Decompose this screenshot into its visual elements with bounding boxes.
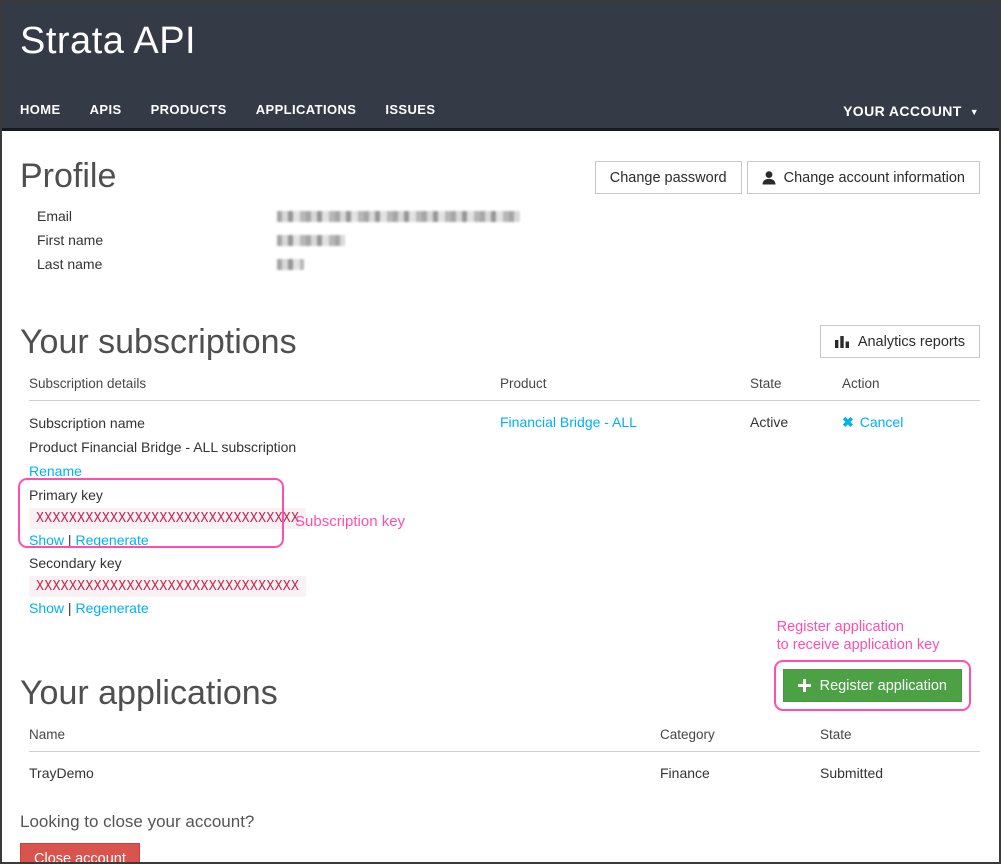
first-name-value-redacted xyxy=(277,235,345,246)
register-annotation-note: Register application to receive applicat… xyxy=(777,618,971,654)
last-name-value-redacted xyxy=(277,259,304,270)
email-value-redacted xyxy=(277,211,520,222)
primary-key-label: Primary key xyxy=(29,486,500,505)
state-cell: Active xyxy=(750,414,842,430)
subscription-product-description: Product Financial Bridge - ALL subscript… xyxy=(29,438,500,457)
account-menu[interactable]: YOUR ACCOUNT ▼ xyxy=(843,103,979,119)
chevron-down-icon: ▼ xyxy=(970,107,979,117)
subscription-details-cell: Subscription name Product Financial Brid… xyxy=(29,414,500,618)
applications-header-row: Your applications Register application t… xyxy=(20,674,980,712)
col-product: Product xyxy=(500,376,750,391)
register-application-annotation: Register application to receive applicat… xyxy=(774,618,971,711)
product-link[interactable]: Financial Bridge - ALL xyxy=(500,414,637,430)
profile-buttons: Change password Change account informati… xyxy=(595,161,980,194)
subscription-key-annotation: Subscription key xyxy=(295,513,405,530)
product-cell: Financial Bridge - ALL xyxy=(500,414,750,430)
subscription-name-label: Subscription name xyxy=(29,414,500,433)
nav-home[interactable]: HOME xyxy=(20,102,61,117)
profile-fields: Email First name Last name xyxy=(20,204,980,276)
link-separator: | xyxy=(68,600,72,616)
col-state: State xyxy=(750,376,842,391)
table-row: TrayDemo Finance Submitted xyxy=(29,765,980,781)
col-name: Name xyxy=(29,727,660,742)
analytics-reports-button[interactable]: Analytics reports xyxy=(820,325,980,358)
developer-portal-page: Strata API HOME APIS PRODUCTS APPLICATIO… xyxy=(0,0,1001,864)
nav-applications[interactable]: APPLICATIONS xyxy=(256,102,357,117)
main-content: Profile Change password Change account i… xyxy=(2,157,999,864)
primary-key-masked-value: XXXXXXXXXXXXXXXXXXXXXXXXXXXXXXXX xyxy=(29,508,306,529)
change-account-label: Change account information xyxy=(784,170,965,186)
register-application-button[interactable]: Register application xyxy=(783,669,962,702)
main-nav: HOME APIS PRODUCTS APPLICATIONS ISSUES xyxy=(20,102,435,117)
col-category: Category xyxy=(660,727,820,742)
analytics-reports-label: Analytics reports xyxy=(858,334,965,350)
table-row: Subscription name Product Financial Brid… xyxy=(29,414,980,618)
rename-link[interactable]: Rename xyxy=(29,463,82,479)
action-cell: ✖ Cancel xyxy=(842,414,980,431)
profile-field-email: Email xyxy=(20,204,980,228)
nav-issues[interactable]: ISSUES xyxy=(385,102,435,117)
register-note-line1: Register application xyxy=(777,618,971,636)
cancel-x-icon: ✖ xyxy=(842,414,854,430)
nav-products[interactable]: PRODUCTS xyxy=(151,102,227,117)
primary-key-regenerate-link[interactable]: Regenerate xyxy=(75,532,148,548)
secondary-key-masked-value: XXXXXXXXXXXXXXXXXXXXXXXXXXXXXXXX xyxy=(29,576,306,597)
change-password-button[interactable]: Change password xyxy=(595,161,742,194)
col-action: Action xyxy=(842,376,980,391)
subscriptions-header-row: Your subscriptions Analytics reports xyxy=(20,323,980,361)
plus-icon xyxy=(798,679,811,692)
user-icon xyxy=(762,171,776,185)
profile-field-last-name: Last name xyxy=(20,252,980,276)
applications-table: Name Category State TrayDemo Finance Sub… xyxy=(20,727,980,781)
applications-table-header: Name Category State xyxy=(29,727,980,752)
col-subscription-details: Subscription details xyxy=(29,376,500,391)
nav-apis[interactable]: APIS xyxy=(90,102,122,117)
secondary-key-show-link[interactable]: Show xyxy=(29,600,64,616)
register-note-line2: to receive application key xyxy=(777,636,971,654)
close-account-button[interactable]: Close account xyxy=(20,843,140,864)
secondary-key-regenerate-link[interactable]: Regenerate xyxy=(75,600,148,616)
profile-field-first-name: First name xyxy=(20,228,980,252)
change-password-label: Change password xyxy=(610,170,727,186)
site-header: Strata API HOME APIS PRODUCTS APPLICATIO… xyxy=(2,2,999,131)
primary-key-group: Primary key XXXXXXXXXXXXXXXXXXXXXXXXXXXX… xyxy=(29,486,500,550)
account-menu-label: YOUR ACCOUNT xyxy=(843,103,962,119)
application-state-cell: Submitted xyxy=(820,765,980,781)
application-name-cell: TrayDemo xyxy=(29,765,660,781)
subscriptions-title: Your subscriptions xyxy=(20,323,297,361)
secondary-key-group: Secondary key XXXXXXXXXXXXXXXXXXXXXXXXXX… xyxy=(29,554,500,618)
profile-title: Profile xyxy=(20,157,116,195)
primary-key-show-link[interactable]: Show xyxy=(29,532,64,548)
profile-header-row: Profile Change password Change account i… xyxy=(20,157,980,195)
close-account-label: Close account xyxy=(34,851,126,864)
subscriptions-table-body: Subscription name Product Financial Brid… xyxy=(29,401,980,618)
application-category-cell: Finance xyxy=(660,765,820,781)
brand-title: Strata API xyxy=(2,2,999,63)
applications-table-body: TrayDemo Finance Submitted xyxy=(29,752,980,781)
register-application-label: Register application xyxy=(820,678,947,694)
col-app-state: State xyxy=(820,727,980,742)
subscriptions-table-header: Subscription details Product State Actio… xyxy=(29,376,980,401)
change-account-button[interactable]: Change account information xyxy=(747,161,980,194)
first-name-label: First name xyxy=(37,232,277,248)
email-label: Email xyxy=(37,208,277,224)
bar-chart-icon xyxy=(835,335,850,348)
close-account-prompt: Looking to close your account? xyxy=(20,812,980,832)
cancel-subscription-link[interactable]: Cancel xyxy=(860,414,904,430)
subscriptions-table: Subscription details Product State Actio… xyxy=(20,376,980,618)
last-name-label: Last name xyxy=(37,256,277,272)
register-button-highlight-box: Register application xyxy=(774,660,971,711)
secondary-key-label: Secondary key xyxy=(29,554,500,573)
link-separator: | xyxy=(68,532,72,548)
